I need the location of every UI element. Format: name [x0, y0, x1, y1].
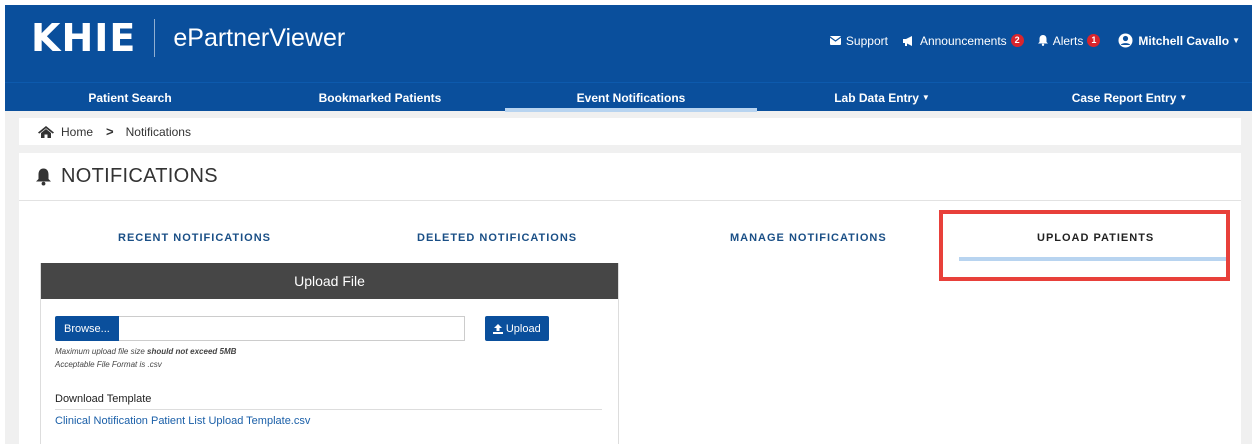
- nav-bookmarked-patients[interactable]: Bookmarked Patients: [255, 83, 505, 112]
- file-name-input[interactable]: [118, 316, 465, 341]
- chevron-right-icon: >: [106, 124, 114, 139]
- nav-lab-data-entry[interactable]: Lab Data Entry ▼: [757, 83, 1007, 112]
- nav-case-report-entry[interactable]: Case Report Entry ▼: [1007, 83, 1252, 112]
- home-icon[interactable]: [38, 125, 54, 138]
- notifications-card: NOTIFICATIONS RECENT NOTIFICATIONS DELET…: [19, 153, 1241, 444]
- app-title: ePartnerViewer: [173, 24, 346, 52]
- size-note-prefix: Maximum upload file size: [55, 347, 148, 356]
- tab-recent-notifications[interactable]: RECENT NOTIFICATIONS: [118, 232, 271, 244]
- highlight-box: [939, 210, 1230, 281]
- download-template-heading: Download Template: [55, 393, 152, 405]
- nav-patient-search[interactable]: Patient Search: [5, 83, 255, 112]
- nav-label: Patient Search: [88, 90, 172, 105]
- user-name: Mitchell Cavallo: [1138, 33, 1230, 48]
- tab-deleted-notifications[interactable]: DELETED NOTIFICATIONS: [417, 232, 577, 244]
- upload-button[interactable]: Upload: [484, 316, 549, 341]
- breadcrumb-current: Notifications: [125, 124, 191, 139]
- bell-icon: [1037, 35, 1048, 46]
- browse-label: Browse...: [64, 322, 110, 335]
- notification-tabs: RECENT NOTIFICATIONS DELETED NOTIFICATIO…: [19, 201, 1241, 281]
- user-circle-icon: [1118, 33, 1133, 48]
- announcements-badge: 2: [1010, 34, 1024, 47]
- bell-icon: [36, 168, 51, 186]
- format-note: Acceptable File Format is .csv: [55, 360, 162, 369]
- support-link[interactable]: Support: [829, 33, 888, 48]
- upload-label: Upload: [505, 322, 541, 335]
- main-nav: Patient Search Bookmarked Patients Event…: [5, 82, 1252, 112]
- page-title: NOTIFICATIONS: [61, 165, 218, 187]
- nav-label: Event Notifications: [576, 90, 686, 105]
- card-header: NOTIFICATIONS: [19, 153, 1241, 201]
- upload-icon: [492, 323, 503, 334]
- nav-label: Lab Data Entry: [834, 90, 919, 105]
- panel-title: Upload File: [294, 273, 365, 289]
- panel-header: Upload File: [41, 263, 618, 299]
- envelope-icon: [829, 36, 841, 45]
- support-label: Support: [845, 33, 888, 48]
- size-note-bold: should not exceed 5MB: [147, 347, 237, 356]
- nav-label: Bookmarked Patients: [318, 90, 442, 105]
- caret-down-icon: ▼: [921, 93, 930, 102]
- user-menu[interactable]: Mitchell Cavallo ▼: [1118, 33, 1240, 48]
- alerts-label: Alerts: [1052, 33, 1084, 48]
- browse-button[interactable]: Browse...: [55, 316, 119, 341]
- nav-active-indicator: [505, 108, 757, 112]
- megaphone-icon: [902, 35, 915, 46]
- file-row: Browse... Upload: [55, 316, 549, 341]
- top-header: KHIE ePartnerViewer Support Announcement…: [5, 5, 1252, 82]
- breadcrumb: Home > Notifications: [19, 118, 1241, 145]
- alerts-badge: 1: [1087, 34, 1101, 47]
- logo[interactable]: KHIE ePartnerViewer: [31, 15, 345, 61]
- announcements-link[interactable]: Announcements 2: [902, 34, 1024, 48]
- size-note: Maximum upload file size should not exce…: [55, 347, 236, 356]
- app-frame: KHIE ePartnerViewer Support Announcement…: [5, 5, 1252, 444]
- divider: [55, 409, 602, 410]
- logo-divider: [154, 19, 156, 57]
- breadcrumb-home[interactable]: Home: [61, 125, 93, 139]
- tab-manage-notifications[interactable]: MANAGE NOTIFICATIONS: [730, 232, 887, 244]
- template-download-link[interactable]: Clinical Notification Patient List Uploa…: [55, 415, 310, 427]
- logo-text: KHIE: [31, 16, 137, 60]
- nav-event-notifications[interactable]: Event Notifications: [505, 83, 757, 112]
- utility-nav: Support Announcements 2 Alerts 1 Mitchel…: [816, 33, 1240, 48]
- announcements-label: Announcements: [919, 33, 1007, 48]
- alerts-link[interactable]: Alerts 1: [1037, 33, 1101, 48]
- nav-label: Case Report Entry: [1071, 90, 1177, 105]
- caret-down-icon: ▼: [1179, 93, 1188, 102]
- upload-panel: Upload File Browse... Upload Maximum upl…: [40, 263, 619, 444]
- caret-down-icon: ▼: [1232, 36, 1240, 45]
